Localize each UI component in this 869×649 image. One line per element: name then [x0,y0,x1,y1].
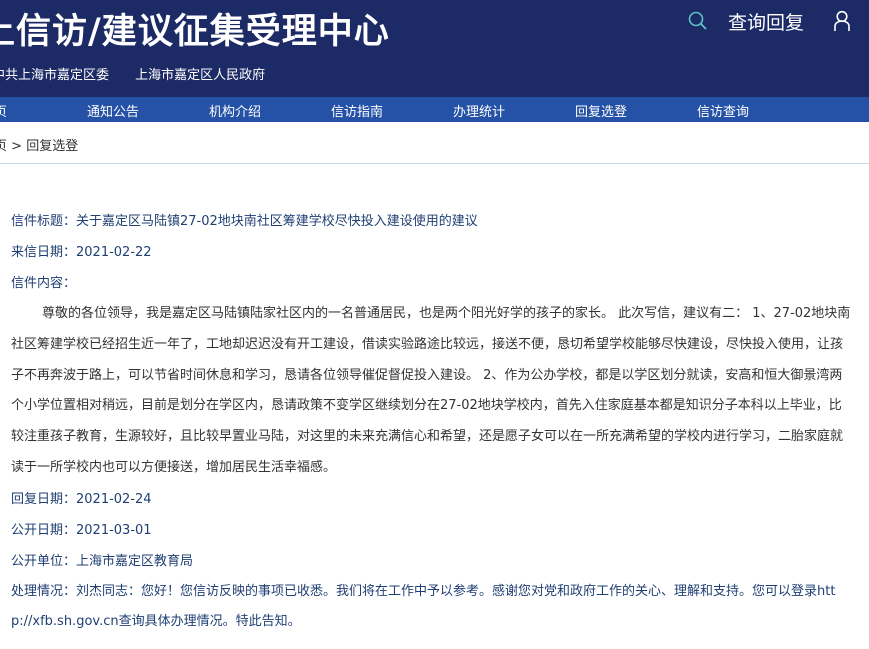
letter-date-label: 来信日期： [11,245,77,260]
org-link-party-committee[interactable]: 中共上海市嘉定区委 [0,68,109,83]
nav-item-home[interactable]: 页 [0,101,7,120]
reply-date-value: 2021-02-24 [76,491,152,507]
breadcrumb-separator: > [11,139,23,154]
letter-title-row: 信件标题：关于嘉定区马陆镇27-02地块南社区筹建学校尽快投入建设使用的建议 [11,206,851,237]
letter-date-value: 2021-02-22 [76,245,152,260]
public-unit-value: 上海市嘉定区教育局 [76,553,194,569]
handling-row: 处理情况：刘杰同志：您好！您信访反映的事项已收悉。我们将在工作中予以参考。感谢您… [11,577,851,637]
breadcrumb-divider [0,163,869,164]
letter-content-text: 尊敬的各位领导，我是嘉定区马陆镇陆家社区内的一名普通居民，也是两个阳光好学的孩子… [11,306,851,475]
handling-label: 处理情况： [11,583,77,599]
letter-content-label: 信件内容： [11,276,77,291]
public-unit-row: 公开单位：上海市嘉定区教育局 [11,546,851,577]
public-date-label: 公开日期： [11,522,77,538]
nav-item-statistics[interactable]: 办理统计 [453,101,505,120]
breadcrumb: 页 > 回复选登 [0,135,78,154]
breadcrumb-current: 回复选登 [26,139,79,154]
org-link-district-government[interactable]: 上海市嘉定区人民政府 [135,68,265,83]
public-unit-label: 公开单位： [11,553,77,569]
org-links: 中共上海市嘉定区委 上海市嘉定区人民政府 [0,64,287,83]
nav-item-replies[interactable]: 回复选登 [575,101,627,120]
user-icon[interactable] [832,10,852,32]
site-title: 上信访/建议征集受理中心 [0,12,390,52]
reply-date-row: 回复日期：2021-02-24 [11,484,851,515]
handling-value: 刘杰同志：您好！您信访反映的事项已收悉。我们将在工作中予以参考。感谢您对党和政府… [11,583,836,629]
public-date-value: 2021-03-01 [76,522,152,538]
letter-title-label: 信件标题： [11,214,77,229]
nav-item-query[interactable]: 信访查询 [697,101,749,120]
breadcrumb-home[interactable]: 页 [0,139,7,154]
nav-item-guide[interactable]: 信访指南 [331,101,383,120]
site-header: 上信访/建议征集受理中心 查询回复 中共上海市嘉定区委 上海市嘉定区人民政府 [0,0,869,97]
query-reply-link[interactable]: 查询回复 [728,8,804,35]
reply-date-label: 回复日期： [11,491,77,507]
nav-item-about[interactable]: 机构介绍 [209,101,261,120]
letter-title-value: 关于嘉定区马陆镇27-02地块南社区筹建学校尽快投入建设使用的建议 [76,214,478,229]
letter-content-row: 信件内容： [11,268,851,299]
search-icon[interactable] [688,11,708,31]
letter-detail: 信件标题：关于嘉定区马陆镇27-02地块南社区筹建学校尽快投入建设使用的建议 来… [11,206,851,637]
letter-date-row: 来信日期：2021-02-22 [11,237,851,268]
public-date-row: 公开日期：2021-03-01 [11,515,851,546]
nav-item-notices[interactable]: 通知公告 [87,101,139,120]
main-navbar: 页 通知公告 机构介绍 信访指南 办理统计 回复选登 信访查询 [0,97,869,122]
